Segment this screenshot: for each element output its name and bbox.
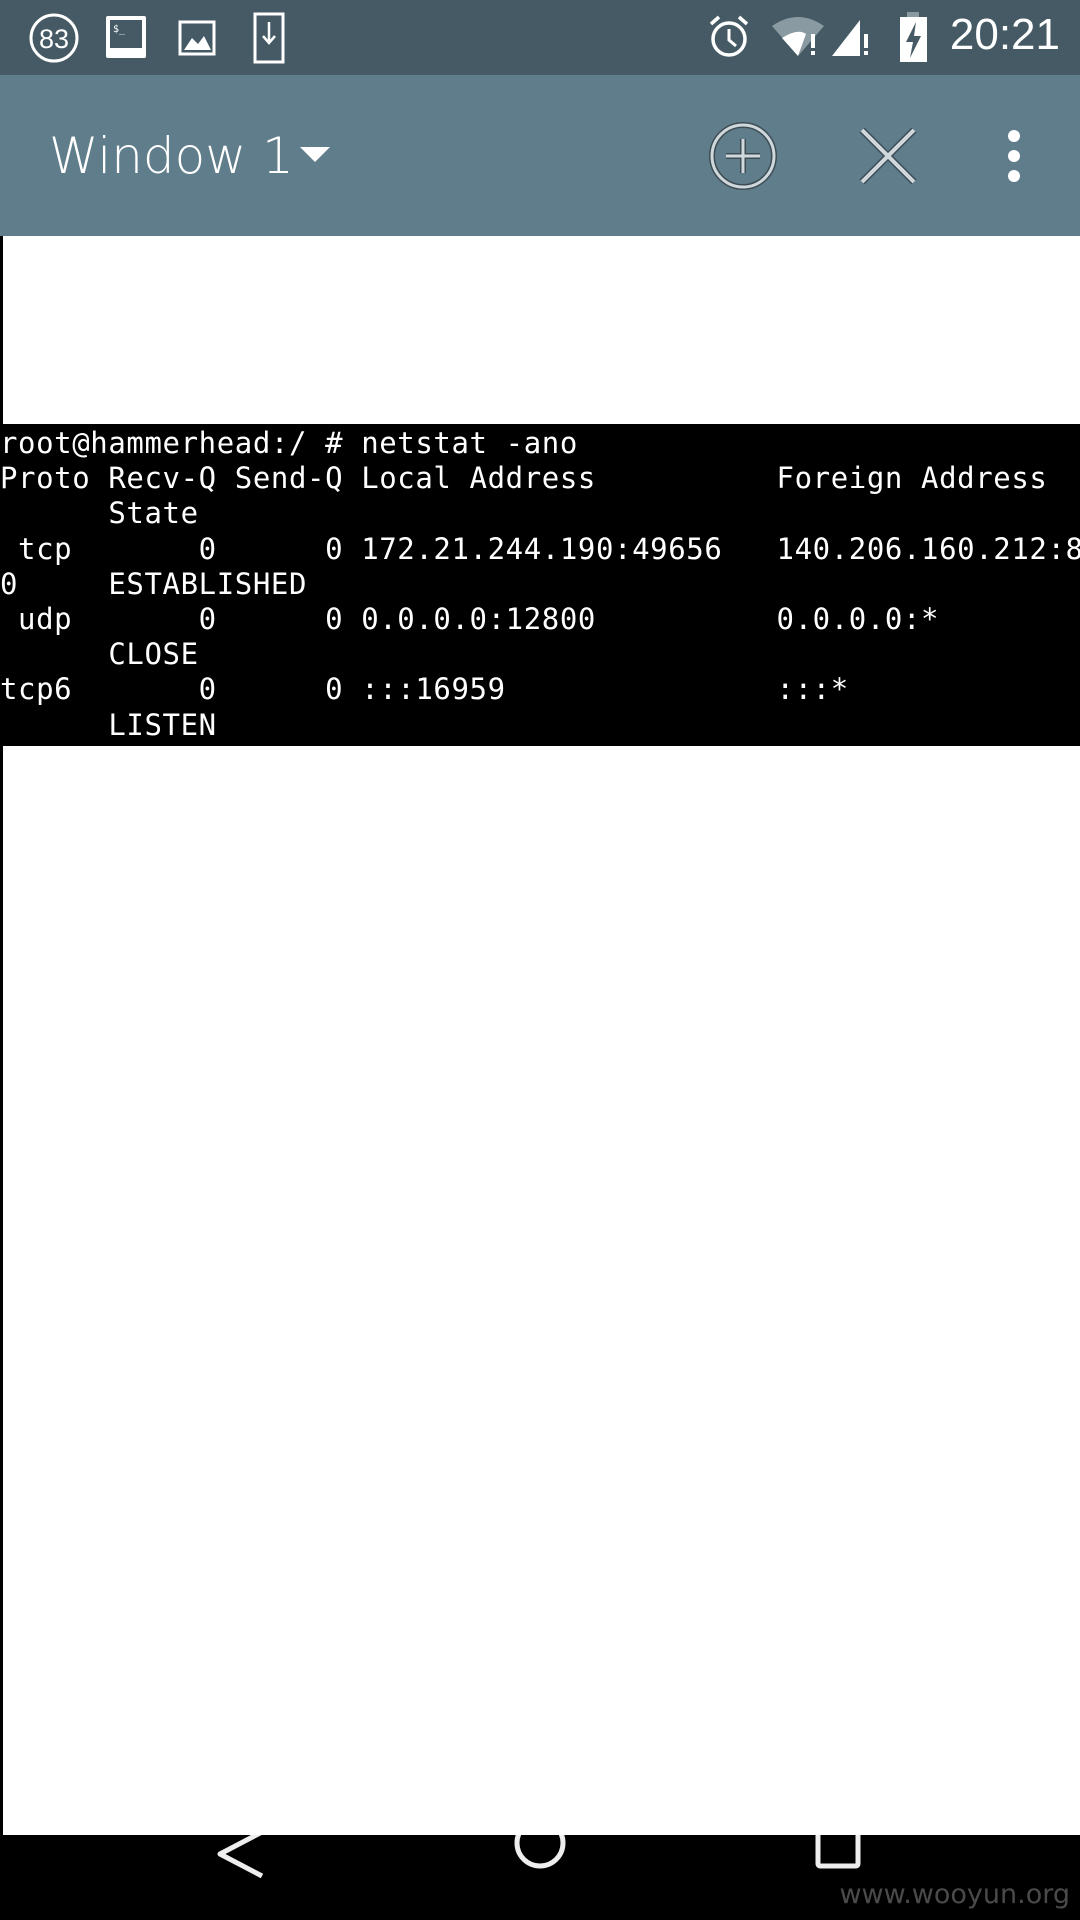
terminal-line: State [0,496,199,531]
svg-text:$_: $_ [113,24,126,35]
watermark: www.wooyun.org [839,1879,1070,1910]
terminal-output: root@hammerhead:/ # netstat -ano Proto Re… [0,426,1080,743]
notification-count-icon: 83 [29,13,79,63]
window-title: Window 1 [49,127,294,185]
terminal-view[interactable]: root@hammerhead:/ # netstat -ano Proto Re… [0,424,1080,746]
overflow-menu-button[interactable] [978,120,1050,192]
terminal-line: udp 0 0 0.0.0.0:12800 0.0.0.0:* [0,602,940,637]
clock: 20:21 [949,10,1060,59]
terminal-line: 0 ESTABLISHED [0,566,308,601]
alarm-icon [709,15,749,57]
recents-icon [815,1830,861,1869]
recents-button[interactable] [814,1830,864,1875]
overlay-blank-bottom [3,746,1080,1835]
wifi-icon [772,17,824,56]
terminal-icon: $_ [106,16,146,58]
download-icon [253,12,285,64]
terminal-line: root@hammerhead:/ # netstat -ano [0,426,578,460]
back-button[interactable] [212,1830,268,1880]
more-vert-icon [1008,130,1020,182]
back-icon [217,1830,264,1879]
signal-icon [832,20,868,56]
terminal-line: CLOSE [0,637,199,672]
new-window-button[interactable] [707,120,779,192]
overlay-blank-top [3,236,1080,424]
window-selector[interactable]: Window 1 [49,127,330,185]
status-bar: 83 $_ 20:21 [0,0,1080,75]
close-window-button[interactable] [852,120,924,192]
terminal-line: tcp6 0 0 :::16959 :::* [0,672,849,707]
terminal-line: tcp 0 0 172.21.244.190:49656 140.206.160… [0,531,1080,566]
toolbar: Window 1 [0,75,1080,236]
dropdown-caret-icon [299,146,330,162]
plus-circle-icon [709,122,777,190]
notification-count: 83 [39,24,69,54]
close-icon [859,127,917,185]
terminal-line: Proto Recv-Q Send-Q Local Address Foreig… [0,461,1048,496]
battery-charging-icon [900,12,927,62]
image-icon [178,20,216,56]
terminal-line: LISTEN [0,707,217,742]
